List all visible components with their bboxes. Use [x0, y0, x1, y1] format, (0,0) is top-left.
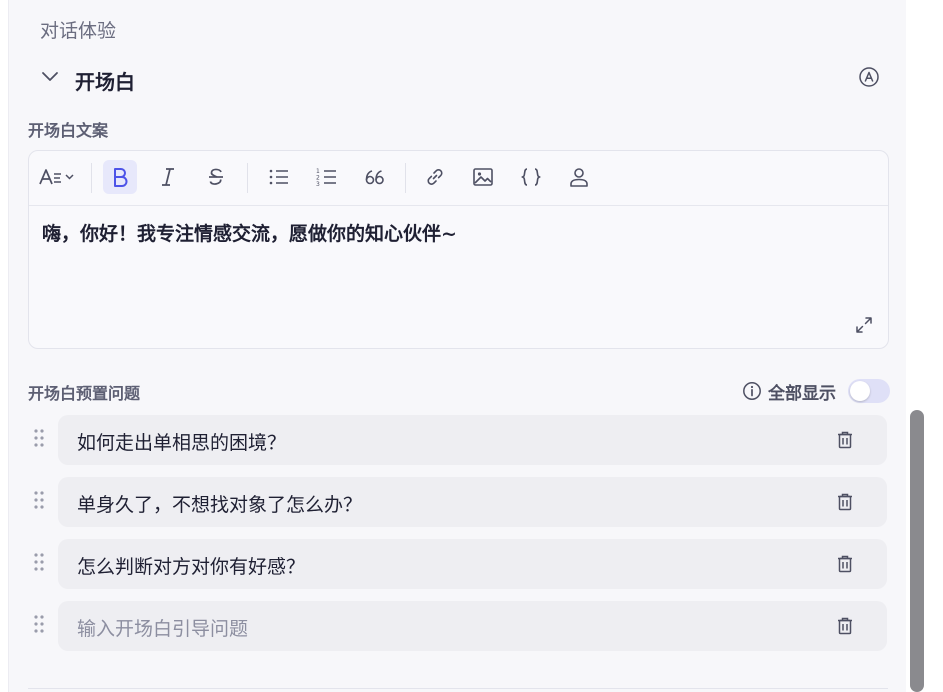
opening-copy-label: 开场白文案: [28, 121, 109, 140]
drag-handle-icon[interactable]: [32, 427, 46, 449]
section-title: 对话体验: [40, 20, 117, 42]
preset-question-placeholder: 输入开场白引导问题: [77, 618, 249, 640]
strikethrough-icon: [209, 168, 223, 185]
code-braces-icon: [521, 168, 541, 186]
preset-question-input[interactable]: 单身久了，不想找对象了怎么办？: [58, 477, 887, 527]
image-button[interactable]: [466, 160, 500, 194]
drag-handle-icon[interactable]: [32, 551, 46, 573]
link-icon: [427, 169, 443, 185]
drag-handle-icon[interactable]: [32, 489, 46, 511]
trash-icon[interactable]: [835, 492, 855, 512]
preset-question-row: 单身久了，不想找对象了怎么办？: [28, 477, 888, 527]
show-all-control: 全部显示: [742, 379, 890, 404]
preset-question-row-empty: 输入开场白引导问题: [28, 601, 888, 651]
info-icon[interactable]: [742, 381, 762, 401]
font-size-icon: [39, 169, 74, 185]
opening-copy-editor[interactable]: 123 嗨，你好！我专注情感交流，愿做你的知心伙伴~: [28, 150, 889, 349]
expand-icon[interactable]: [854, 315, 874, 335]
editor-toolbar: 123: [29, 151, 888, 206]
quote-icon: [365, 170, 384, 185]
preset-question-text: 如何走出单相思的困境？: [77, 432, 287, 454]
italic-icon: [162, 168, 174, 186]
opening-copy-text[interactable]: 嗨，你好！我专注情感交流，愿做你的知心伙伴~: [42, 219, 457, 246]
show-all-toggle[interactable]: [848, 379, 890, 403]
font-size-button[interactable]: [37, 160, 77, 194]
preset-question-text: 怎么判断对方对你有好感？: [77, 556, 306, 578]
drag-handle-icon[interactable]: [32, 613, 46, 635]
preset-question-row: 如何走出单相思的困境？: [28, 415, 888, 465]
user-variable-button[interactable]: [562, 160, 596, 194]
preset-question-input[interactable]: 怎么判断对方对你有好感？: [58, 539, 887, 589]
scrollbar-thumb[interactable]: [910, 410, 924, 692]
strikethrough-button[interactable]: [199, 160, 233, 194]
code-button[interactable]: [514, 160, 548, 194]
chevron-down-icon[interactable]: [40, 66, 60, 86]
toolbar-divider: [91, 163, 92, 193]
bullet-list-icon: [269, 169, 288, 185]
opening-group-header[interactable]: 开场白: [40, 64, 880, 96]
preset-question-row: 怎么判断对方对你有好感？: [28, 539, 888, 589]
preset-question-input[interactable]: 输入开场白引导问题: [58, 601, 887, 651]
preset-question-input[interactable]: 如何走出单相思的困境？: [58, 415, 887, 465]
link-button[interactable]: [418, 160, 452, 194]
italic-button[interactable]: [151, 160, 185, 194]
bold-icon: [114, 168, 128, 187]
show-all-label: 全部显示: [768, 383, 836, 404]
toggle-knob: [850, 381, 870, 401]
settings-panel: 对话体验 开场白 开场白文案 123 嗨，你好！我专注情感交流，愿做你的知心伙伴…: [8, 0, 907, 692]
user-icon: [570, 168, 588, 187]
trash-icon[interactable]: [835, 554, 855, 574]
preset-question-text: 单身久了，不想找对象了怎么办？: [77, 494, 363, 516]
numbered-list-button[interactable]: 123: [310, 160, 344, 194]
bold-button[interactable]: [103, 160, 137, 194]
svg-text:3: 3: [316, 181, 320, 188]
image-icon: [473, 168, 493, 186]
preset-questions-label: 开场白预置问题: [28, 384, 141, 403]
trash-icon[interactable]: [835, 430, 855, 450]
opening-group-title: 开场白: [75, 70, 135, 94]
trash-icon[interactable]: [835, 616, 855, 636]
divider: [28, 688, 888, 689]
quote-button[interactable]: [358, 160, 392, 194]
bullet-list-button[interactable]: [262, 160, 296, 194]
numbered-list-icon: 123: [316, 168, 336, 188]
circled-a-icon[interactable]: [858, 66, 880, 88]
toolbar-divider: [405, 163, 406, 193]
toolbar-divider: [247, 163, 248, 193]
